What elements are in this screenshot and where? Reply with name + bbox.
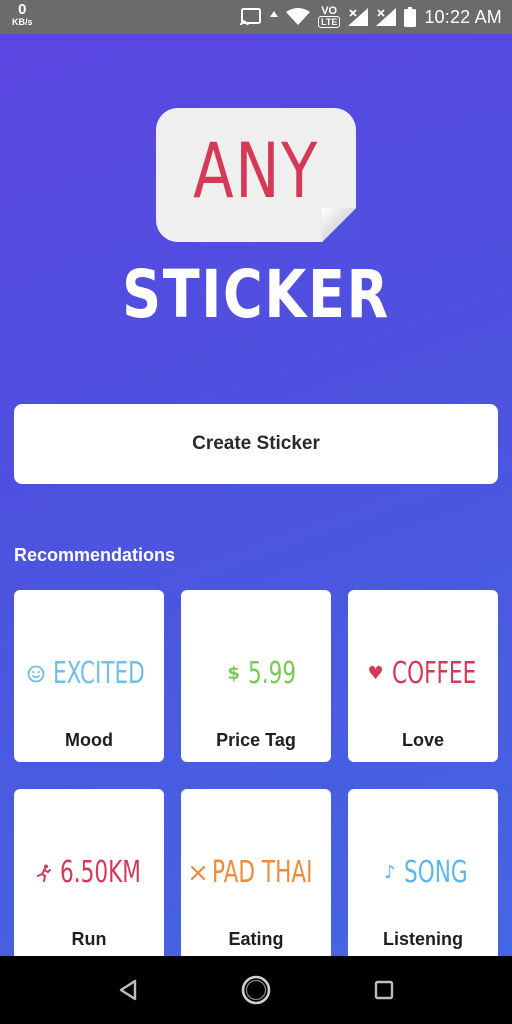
- sticker-text: SONG: [403, 855, 468, 890]
- tile-label: Love: [401, 730, 444, 750]
- back-triangle-icon: [119, 979, 137, 1001]
- signal-icon-1: [348, 8, 369, 26]
- battery-icon: [404, 7, 417, 27]
- sticker-preview: ♥ COFFEE: [348, 656, 498, 692]
- tile-label: Mood: [65, 730, 113, 750]
- wifi-icon: [286, 8, 310, 25]
- recommendation-tile-love[interactable]: ♥ COFFEE Love: [348, 590, 498, 762]
- upload-arrow-icon: [270, 11, 278, 17]
- page-curl-face: [322, 208, 356, 242]
- tile-label: Eating: [228, 929, 284, 949]
- recents-button[interactable]: [364, 970, 404, 1010]
- create-sticker-button[interactable]: Create Sticker: [14, 404, 498, 484]
- sticker-text: 5.99: [247, 656, 296, 691]
- sticker-preview: PAD THAI: [181, 855, 331, 891]
- home-circle-icon: [241, 975, 271, 1005]
- clock: 10:22 AM: [424, 6, 502, 27]
- volte-lte-badge: VO LTE: [318, 5, 341, 28]
- logo-sticker-card: ANY: [156, 108, 356, 242]
- tile-label: Price Tag: [216, 730, 296, 750]
- runner-icon: [36, 864, 52, 882]
- tile-label: Run: [71, 929, 107, 949]
- signal-icon-2: [376, 8, 397, 26]
- music-note-icon: ♪: [384, 862, 396, 883]
- network-speed: 0 KB/s: [12, 1, 33, 27]
- status-bar: 0 KB/s VO LTE 10:22 AM: [0, 0, 512, 34]
- smiley-icon: [27, 665, 45, 683]
- navigation-bar: [0, 956, 512, 1024]
- utensils-icon: [190, 865, 206, 881]
- sticker-text: COFFEE: [391, 656, 476, 691]
- network-speed-value: 0: [18, 1, 27, 18]
- sticker-text: 6.50KM: [59, 855, 141, 890]
- dollar-icon: $: [227, 663, 240, 684]
- cast-icon: [240, 8, 261, 26]
- volte-label: VO: [321, 5, 338, 17]
- back-button[interactable]: [108, 970, 148, 1010]
- recommendation-tile-eating[interactable]: PAD THAI Eating: [181, 789, 331, 961]
- logo-word-sticker: STICKER: [122, 256, 390, 333]
- logo-word-any: ANY: [193, 126, 319, 215]
- sticker-text: EXCITED: [53, 656, 146, 691]
- lte-label: LTE: [318, 16, 341, 28]
- recommendation-tile-mood[interactable]: EXCITED Mood: [14, 590, 164, 762]
- sticker-preview: $ 5.99: [181, 656, 331, 692]
- sticker-text: PAD THAI: [212, 855, 313, 890]
- recommendations-heading: Recommendations: [14, 545, 176, 565]
- tile-label: Listening: [383, 929, 463, 949]
- network-speed-unit: KB/s: [12, 17, 33, 27]
- sticker-preview: 6.50KM: [14, 855, 164, 891]
- status-icons: VO LTE 10:22 AM: [240, 0, 502, 34]
- recommendation-tile-price-tag[interactable]: $ 5.99 Price Tag: [181, 590, 331, 762]
- sticker-preview: ♪ SONG: [348, 855, 498, 891]
- recommendation-tile-listening[interactable]: ♪ SONG Listening: [348, 789, 498, 961]
- main-screen: ANY STICKER Create Sticker Recommendatio…: [0, 34, 512, 961]
- sticker-preview: EXCITED: [14, 656, 164, 692]
- home-button[interactable]: [236, 970, 276, 1010]
- recommendation-tile-run[interactable]: 6.50KM Run: [14, 789, 164, 961]
- recents-square-icon: [374, 980, 394, 1000]
- heart-icon: ♥: [367, 663, 384, 684]
